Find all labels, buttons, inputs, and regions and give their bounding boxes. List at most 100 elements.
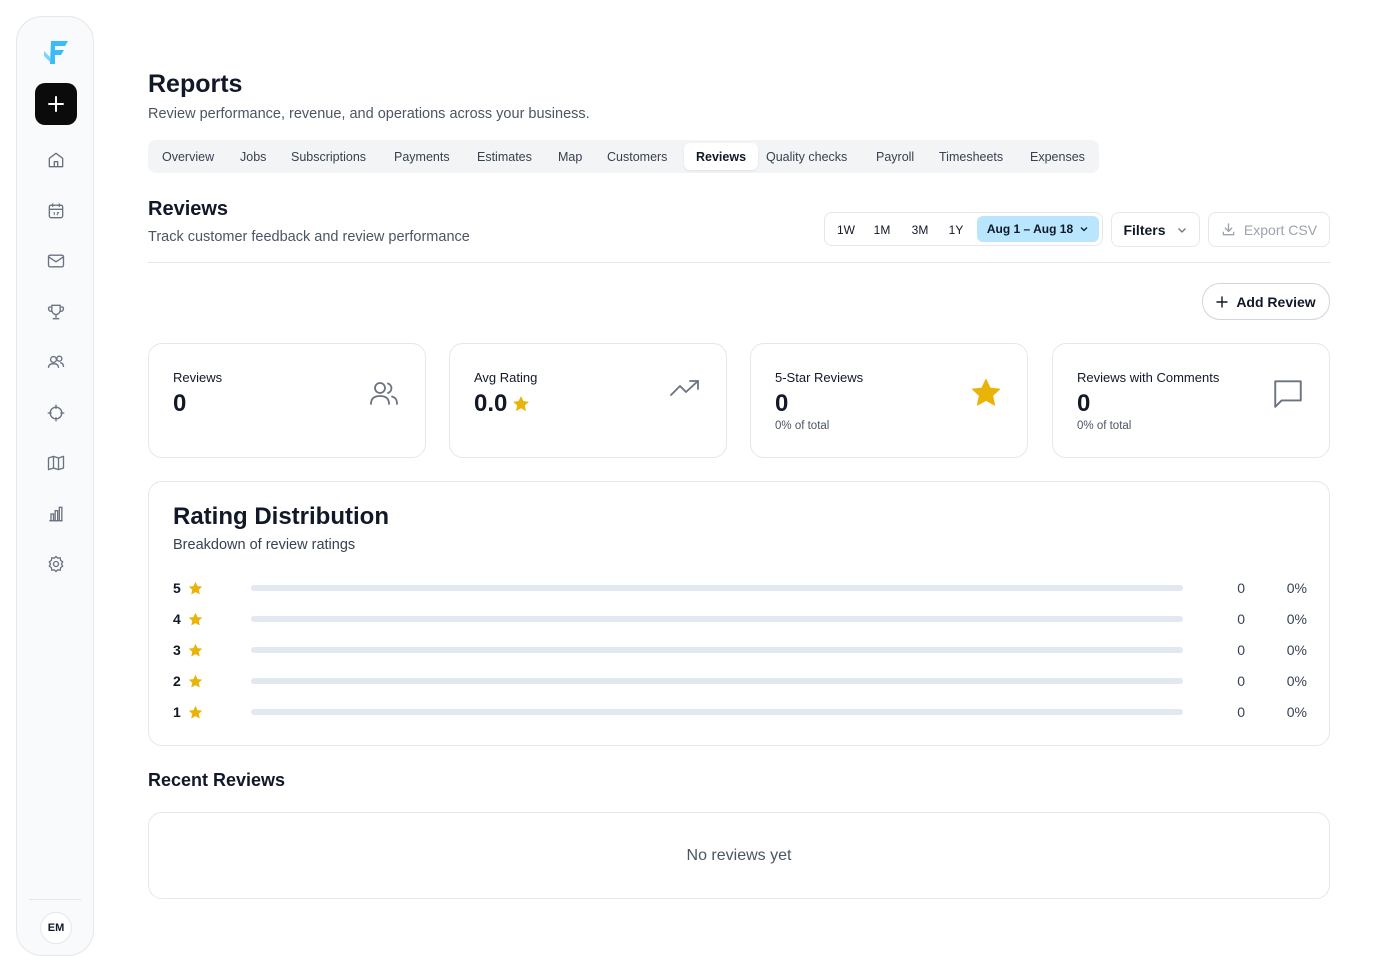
section-subtitle: Track customer feedback and review perfo… — [148, 229, 470, 245]
nav-crosshair-icon[interactable] — [46, 403, 66, 423]
add-review-button[interactable]: Add Review — [1202, 283, 1330, 320]
tab-timesheets[interactable]: Timesheets — [927, 143, 1015, 170]
distribution-subtitle: Breakdown of review ratings — [173, 537, 356, 553]
tab-jobs[interactable]: Jobs — [228, 143, 278, 170]
page-subtitle: Review performance, revenue, and operati… — [148, 106, 590, 122]
rating-percent: 0% — [1286, 580, 1307, 596]
distribution-row: 3 0 0% — [173, 640, 1307, 660]
rating-percent: 0% — [1286, 611, 1307, 627]
date-range-dropdown[interactable]: Aug 1 – Aug 18 — [977, 216, 1099, 242]
rating-percent: 0% — [1286, 704, 1307, 720]
distribution-row: 2 0 0% — [173, 671, 1307, 691]
page-title: Reports — [148, 70, 243, 98]
recent-reviews-title: Recent Reviews — [148, 770, 286, 790]
rating-count: 0 — [1237, 673, 1245, 689]
trending-up-icon — [668, 372, 702, 406]
rating-value: 5 — [173, 580, 181, 596]
stat-value: 0 — [173, 390, 186, 418]
stat-card-with-comments: Reviews with Comments 0 0% of total — [1052, 343, 1330, 458]
tab-payroll[interactable]: Payroll — [864, 143, 926, 170]
tab-overview[interactable]: Overview — [150, 143, 226, 170]
tab-customers[interactable]: Customers — [595, 143, 679, 170]
tab-expenses[interactable]: Expenses — [1018, 143, 1097, 170]
rating-label: 1 — [173, 702, 204, 722]
stat-label: Reviews with Comments — [1077, 370, 1220, 385]
distribution-row: 5 0 0% — [173, 578, 1307, 598]
stat-value-text: 0 — [173, 390, 187, 417]
nav-map-icon[interactable] — [46, 453, 66, 473]
sidebar: EM — [16, 16, 94, 956]
range-1y-button[interactable]: 1Y — [941, 219, 971, 241]
time-range-selector: 1W 1M 3M 1Y Aug 1 – Aug 18 — [824, 212, 1103, 246]
tab-estimates[interactable]: Estimates — [465, 143, 544, 170]
star-icon — [513, 396, 530, 412]
stat-value-text: 0 — [1077, 390, 1091, 417]
star-icon — [188, 581, 203, 595]
rating-label: 4 — [173, 609, 204, 629]
tab-payments[interactable]: Payments — [382, 143, 462, 170]
stat-label: 5-Star Reviews — [775, 370, 864, 385]
rating-count: 0 — [1237, 642, 1245, 658]
range-3m-button[interactable]: 3M — [904, 219, 936, 241]
nav-settings-icon[interactable] — [46, 554, 66, 574]
filters-button[interactable]: Filters — [1111, 212, 1200, 247]
stat-value: 0.0 — [474, 390, 531, 418]
date-range-label: Aug 1 – Aug 18 — [986, 222, 1074, 236]
stat-value-text: 0.0 — [474, 390, 508, 417]
rating-bar-track — [251, 709, 1183, 715]
nav-mail-icon[interactable] — [46, 251, 66, 271]
section-divider — [148, 262, 1330, 263]
tab-subscriptions[interactable]: Subscriptions — [279, 143, 378, 170]
nav-users-icon[interactable] — [46, 352, 66, 372]
range-1m-button[interactable]: 1M — [867, 219, 897, 241]
users-icon — [367, 376, 401, 410]
star-icon — [969, 376, 1003, 410]
rating-bar-track — [251, 647, 1183, 653]
rating-bar-track — [251, 585, 1183, 591]
nav-bar-chart-icon[interactable] — [46, 504, 66, 524]
stat-label: Reviews — [173, 370, 223, 385]
distribution-row: 1 0 0% — [173, 702, 1307, 722]
star-icon — [188, 674, 203, 688]
sidebar-divider — [29, 899, 81, 900]
star-icon — [188, 612, 203, 626]
rating-distribution-card: Rating Distribution Breakdown of review … — [148, 481, 1330, 746]
nav-trophy-icon[interactable] — [46, 302, 66, 322]
empty-state-text: No reviews yet — [686, 846, 792, 864]
plus-icon — [48, 96, 64, 112]
tab-reviews[interactable]: Reviews — [684, 143, 759, 170]
rating-value: 3 — [173, 642, 181, 658]
stat-label: Avg Rating — [474, 370, 538, 385]
filters-label: Filters — [1123, 221, 1166, 238]
rating-label: 2 — [173, 671, 204, 691]
range-1w-button[interactable]: 1W — [831, 219, 861, 241]
star-icon — [188, 643, 203, 657]
rating-label: 5 — [173, 578, 204, 598]
download-icon — [1222, 223, 1235, 236]
export-csv-label: Export CSV — [1243, 221, 1318, 238]
user-avatar[interactable]: EM — [40, 912, 72, 944]
recent-reviews-empty-state: No reviews yet — [148, 812, 1330, 899]
tab-map[interactable]: Map — [546, 143, 594, 170]
distribution-row: 4 0 0% — [173, 609, 1307, 629]
distribution-title: Rating Distribution — [173, 503, 389, 530]
nav-home-icon[interactable] — [46, 150, 66, 170]
rating-percent: 0% — [1286, 642, 1307, 658]
stat-sub: 0% of total — [775, 420, 830, 432]
rating-percent: 0% — [1286, 673, 1307, 689]
export-csv-button[interactable]: Export CSV — [1208, 212, 1330, 247]
stat-card-reviews: Reviews 0 — [148, 343, 426, 458]
app-logo-icon[interactable] — [41, 37, 71, 67]
message-square-icon — [1271, 376, 1305, 410]
star-icon — [188, 705, 203, 719]
chevron-down-icon — [1080, 227, 1088, 232]
stat-value: 0 — [775, 390, 788, 418]
stat-value-text: 0 — [775, 390, 789, 417]
tab-quality-checks[interactable]: Quality checks — [754, 143, 859, 170]
rating-bar-track — [251, 678, 1183, 684]
stat-card-avg-rating: Avg Rating 0.0 — [449, 343, 727, 458]
nav-calendar-icon[interactable] — [46, 201, 66, 221]
rating-bar-track — [251, 616, 1183, 622]
create-new-button[interactable] — [35, 83, 77, 125]
chevron-down-icon — [1177, 227, 1186, 233]
